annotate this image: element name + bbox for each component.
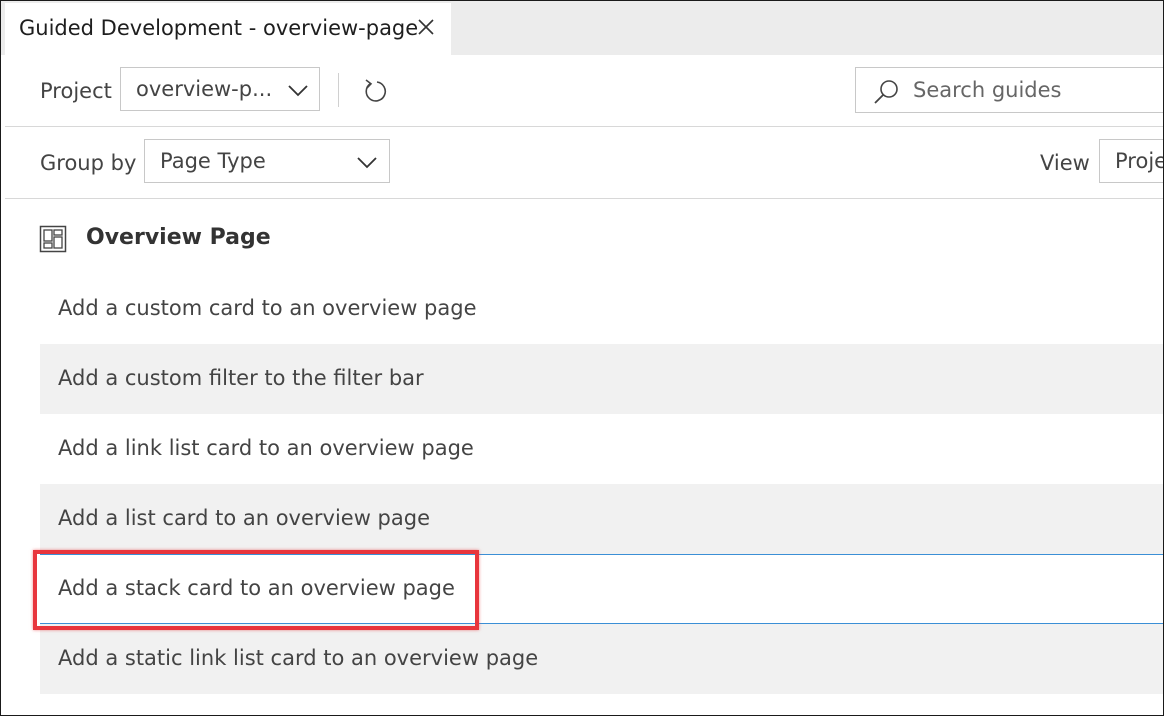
project-toolbar: Project overview-p... Search guides xyxy=(5,55,1163,127)
guide-item[interactable]: Add a link list card to an overview page xyxy=(40,414,1163,484)
tab-title: Guided Development - overview-page xyxy=(19,16,419,40)
guide-item-selected[interactable]: Add a stack card to an overview page xyxy=(40,554,1163,624)
guides-panel: Overview Page Add a custom card to an ov… xyxy=(5,199,1163,715)
guide-item[interactable]: Add a custom card to an overview page xyxy=(40,274,1163,344)
toolbar-divider xyxy=(338,73,339,107)
chevron-down-icon xyxy=(355,153,379,171)
chevron-down-icon xyxy=(286,81,310,99)
group-by-label: Group by xyxy=(40,151,137,175)
overview-page-icon xyxy=(39,225,67,253)
project-select-value: overview-p... xyxy=(136,77,273,101)
grouping-toolbar: Group by Page Type View Proje xyxy=(5,127,1163,199)
guide-list: Add a custom card to an overview page Ad… xyxy=(40,274,1163,694)
guide-item-label: Add a custom filter to the filter bar xyxy=(58,366,424,390)
guide-item-label: Add a link list card to an overview page xyxy=(58,436,474,460)
view-select-value: Proje xyxy=(1115,149,1164,173)
app-frame: Guided Development - overview-page Proje… xyxy=(0,0,1164,716)
close-icon[interactable] xyxy=(414,15,438,39)
search-input[interactable]: Search guides xyxy=(855,67,1163,113)
group-title: Overview Page xyxy=(86,225,271,250)
guide-item-label: Add a list card to an overview page xyxy=(58,506,431,530)
tab-strip: Guided Development - overview-page xyxy=(1,1,1163,55)
group-by-select-value: Page Type xyxy=(160,149,266,173)
project-label: Project xyxy=(40,79,112,103)
refresh-icon[interactable] xyxy=(361,77,389,105)
guide-item[interactable]: Add a custom filter to the filter bar xyxy=(40,344,1163,414)
guide-item[interactable]: Add a static link list card to an overvi… xyxy=(40,624,1163,694)
tab-guided-development[interactable]: Guided Development - overview-page xyxy=(5,3,451,55)
guide-item-label: Add a custom card to an overview page xyxy=(58,296,477,320)
search-icon xyxy=(872,78,900,106)
guide-item-label: Add a static link list card to an overvi… xyxy=(58,646,539,670)
guide-item-label: Add a stack card to an overview page xyxy=(58,576,455,600)
guide-item[interactable]: Add a list card to an overview page xyxy=(40,484,1163,554)
group-by-select[interactable]: Page Type xyxy=(144,139,390,183)
view-label: View xyxy=(1040,151,1090,175)
search-placeholder: Search guides xyxy=(913,78,1062,102)
project-select[interactable]: overview-p... xyxy=(120,67,320,111)
view-select[interactable]: Proje xyxy=(1099,139,1164,183)
